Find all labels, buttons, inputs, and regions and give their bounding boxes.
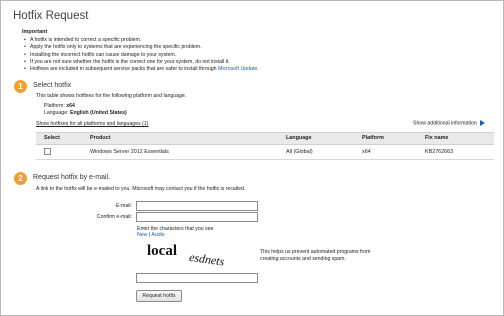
language-value: English (United States) (69, 110, 127, 116)
language-line: Language: English (United States) (44, 110, 127, 116)
email-field[interactable] (136, 201, 258, 211)
select-hotfix-checkbox[interactable] (44, 148, 51, 155)
fix-name-cell: KB2762663 (425, 149, 454, 155)
step-1-description: This table shows hotfixes for the follow… (36, 93, 187, 99)
step-2-title: Request hotfix by e-mail. (33, 174, 111, 181)
captcha-word-2: esdnets (188, 250, 225, 268)
list-item: Apply the hotfix only to systems that ar… (24, 44, 259, 52)
product-cell: Windows Server 2012 Essentials (90, 149, 169, 155)
microsoft-update-link[interactable]: Microsoft Update (218, 66, 257, 72)
column-header-language: Language (286, 135, 312, 141)
important-list: A hotfix is intended to correct a specif… (24, 37, 259, 74)
captcha-image: local esdnets (145, 238, 241, 269)
show-additional-label: Show additional information (413, 120, 477, 127)
show-all-platforms-link[interactable]: Show hotfixes for all platforms and lang… (36, 121, 148, 127)
platform-value: x64 (66, 103, 75, 109)
confirm-email-field[interactable] (136, 212, 258, 222)
bullet-text-end: . (257, 66, 259, 73)
arrow-right-icon (479, 120, 485, 126)
captcha-word-1: local (147, 243, 177, 259)
column-header-fix-name: Fix name (425, 135, 449, 141)
show-additional-info-link[interactable]: Show additional information (413, 120, 485, 126)
step-1-title: Select hotfix (33, 82, 72, 89)
column-header-platform: Platform (362, 135, 384, 141)
list-item: Hotfixes are included in subsequent serv… (24, 66, 259, 74)
platform-line: Platform: x64 (44, 103, 75, 109)
step-2-description: A link to the hotfix will be e-mailed to… (36, 186, 246, 192)
column-header-product: Product (90, 135, 111, 141)
email-label: E-mail: (115, 203, 132, 209)
list-item: Installing the incorrect hotfix can caus… (24, 52, 259, 60)
list-item: A hotfix is intended to correct a specif… (24, 37, 259, 45)
important-heading: Important (22, 29, 48, 35)
platform-cell: x64 (362, 149, 371, 155)
page-title: Hotfix Request (13, 10, 89, 22)
platform-label: Platform: (44, 103, 65, 109)
language-cell: All (Global) (286, 149, 313, 155)
step-2-badge: 2 (14, 172, 27, 185)
bullet-text: Hotfixes are included in subsequent serv… (30, 66, 219, 73)
list-item: If you are not sure whether the hotfix i… (24, 59, 259, 67)
captcha-answer-field[interactable] (136, 273, 258, 283)
captcha-help-2: creating accounts and sending spam. (260, 256, 346, 262)
table-row: Windows Server 2012 Essentials All (Glob… (36, 144, 494, 160)
confirm-email-label: Confirm e-mail: (96, 214, 132, 220)
step-1-badge: 1 (14, 80, 27, 93)
language-label: Language: (44, 110, 69, 116)
column-header-select: Select (44, 135, 60, 141)
captcha-help-1: This helps us prevent automated programs… (260, 249, 371, 255)
request-hotfix-button[interactable]: Request hotfix (136, 290, 182, 302)
